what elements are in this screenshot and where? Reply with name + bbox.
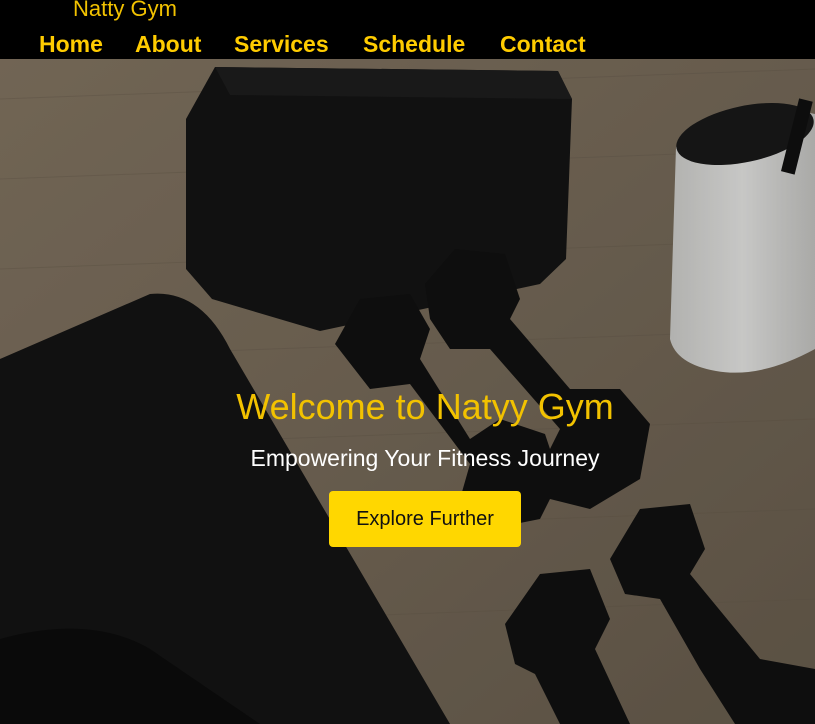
nav-item-services[interactable]: Services	[234, 30, 329, 58]
nav-item-home[interactable]: Home	[39, 30, 103, 58]
hero-subtitle: Empowering Your Fitness Journey	[250, 445, 600, 471]
explore-further-button[interactable]: Explore Further	[329, 491, 521, 547]
nav-item-about[interactable]: About	[135, 30, 201, 58]
site-header: Natty Gym Home About Services Schedule C…	[0, 0, 815, 59]
nav-item-contact[interactable]: Contact	[500, 30, 586, 58]
nav-item-schedule[interactable]: Schedule	[363, 30, 465, 58]
brand-name[interactable]: Natty Gym	[73, 0, 177, 21]
hero-title: Welcome to Natyy Gym	[236, 386, 614, 427]
hero-content: Welcome to Natyy Gym Empowering Your Fit…	[0, 59, 815, 724]
hero-section: Welcome to Natyy Gym Empowering Your Fit…	[0, 59, 815, 724]
